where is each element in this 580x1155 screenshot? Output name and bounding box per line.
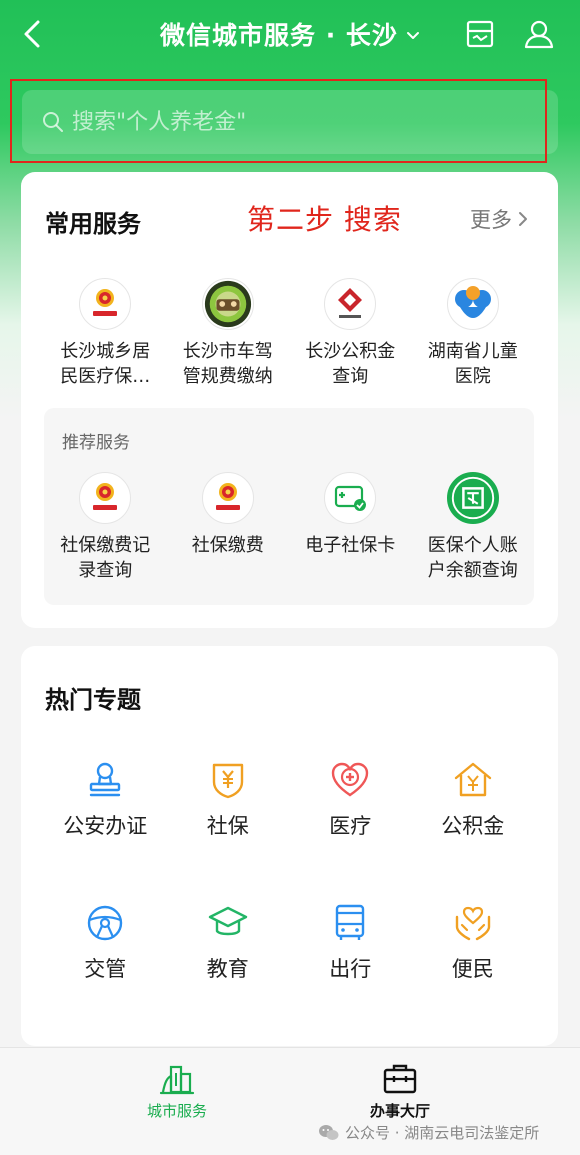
more-label: 更多 bbox=[470, 208, 512, 232]
recommended-title: 推荐服务 bbox=[62, 433, 130, 453]
briefcase-icon bbox=[383, 1064, 417, 1094]
common-services-row: 长沙城乡居民医疗保… 长沙市车驾管规费缴纳 长沙公积金查询 湖南省儿童医院 bbox=[44, 278, 534, 389]
step-annotation: 第二步 搜索 bbox=[247, 203, 402, 236]
chevron-left-icon bbox=[24, 20, 40, 48]
common-services-card: 常用服务 第二步 搜索 更多 长沙城乡居民医疗保… 长沙市车驾管规费缴纳 长沙公… bbox=[21, 172, 558, 628]
more-button[interactable]: 更多 bbox=[470, 204, 528, 234]
hot-topic-police[interactable]: 公安办证 bbox=[44, 760, 167, 840]
card-button[interactable] bbox=[460, 14, 500, 54]
hot-topic-medical[interactable]: 医疗 bbox=[289, 760, 412, 840]
service-label: 湖南省儿童医院 bbox=[427, 341, 518, 387]
chevron-down-icon bbox=[406, 32, 419, 39]
hot-topic-label: 出行 bbox=[329, 957, 372, 981]
social-insurance-shield-icon bbox=[208, 760, 248, 800]
graduation-cap-icon bbox=[208, 903, 248, 943]
hot-topics-row-1: 公安办证 社保 医疗 公积金 bbox=[44, 760, 534, 840]
medical-insurance-icon bbox=[446, 472, 499, 524]
childrens-hospital-logo-icon bbox=[446, 278, 499, 330]
service-label: 医保个人账户余额查询 bbox=[427, 535, 518, 581]
service-item-1[interactable]: 长沙城乡居民医疗保… bbox=[44, 278, 167, 389]
card-icon bbox=[466, 20, 494, 48]
wechat-icon bbox=[319, 1124, 339, 1140]
user-button[interactable] bbox=[519, 14, 559, 54]
user-icon bbox=[524, 20, 554, 49]
service-label: 长沙公积金查询 bbox=[305, 341, 396, 387]
page-title: 微信城市服务 · 长沙 bbox=[160, 21, 398, 50]
hot-topic-label: 医疗 bbox=[329, 814, 372, 838]
service-label: 长沙城乡居民医疗保… bbox=[60, 341, 151, 387]
chevron-right-icon bbox=[519, 212, 527, 226]
recommended-services-row: 社保缴费记录查询 社保缴费 电子社保卡 医保个人账户余额查询 bbox=[44, 472, 534, 583]
service-item-4[interactable]: 湖南省儿童医院 bbox=[412, 278, 535, 389]
hot-topic-label: 交管 bbox=[84, 957, 127, 981]
recommended-item-4[interactable]: 医保个人账户余额查询 bbox=[412, 472, 535, 583]
back-button[interactable] bbox=[14, 14, 50, 54]
social-security-emblem-icon bbox=[79, 278, 132, 330]
watermark: 公众号 · 湖南云电司法鉴定所 bbox=[318, 1122, 539, 1143]
watermark-text: 公众号 · 湖南云电司法鉴定所 bbox=[345, 1124, 540, 1142]
recommended-item-1[interactable]: 社保缴费记录查询 bbox=[44, 472, 167, 583]
service-item-2[interactable]: 长沙市车驾管规费缴纳 bbox=[167, 278, 290, 389]
hot-topic-label: 社保 bbox=[206, 814, 249, 838]
hot-topic-label: 公安办证 bbox=[63, 814, 148, 838]
hot-topic-label: 便民 bbox=[451, 957, 494, 981]
recommended-services-panel: 推荐服务 社保缴费记录查询 社保缴费 电子社保卡 医保个人账户余额查询 bbox=[44, 408, 534, 605]
nav-tab-service-hall[interactable]: 办事大厅 bbox=[330, 1062, 470, 1121]
steering-wheel-icon bbox=[85, 903, 125, 943]
hot-topics-card: 热门专题 公安办证 社保 医疗 公积金 交管 教育 出行 便民 bbox=[21, 646, 558, 1046]
medical-cross-icon bbox=[330, 760, 370, 800]
hot-topics-row-2: 交管 教育 出行 便民 bbox=[44, 903, 534, 983]
hot-topic-traffic[interactable]: 交管 bbox=[44, 903, 167, 983]
police-stamp-icon bbox=[85, 760, 125, 800]
housing-fund-logo-icon bbox=[324, 278, 377, 330]
service-label: 长沙市车驾管规费缴纳 bbox=[182, 341, 273, 387]
service-label: 社保缴费记录查询 bbox=[60, 535, 151, 581]
service-label: 社保缴费 bbox=[191, 535, 264, 556]
search-highlight-box bbox=[10, 79, 547, 163]
city-buildings-icon bbox=[159, 1065, 195, 1095]
common-services-title: 常用服务 bbox=[45, 210, 141, 238]
hot-topic-travel[interactable]: 出行 bbox=[289, 903, 412, 983]
nav-label: 城市服务 bbox=[146, 1102, 207, 1120]
nav-tab-city-services[interactable]: 城市服务 bbox=[107, 1062, 247, 1121]
hot-topic-label: 教育 bbox=[206, 957, 249, 981]
recommended-item-3[interactable]: 电子社保卡 bbox=[289, 472, 412, 583]
nav-label: 办事大厅 bbox=[369, 1102, 430, 1120]
social-security-emblem-icon bbox=[79, 472, 132, 524]
housing-fund-house-icon bbox=[453, 760, 493, 800]
social-security-emblem-icon bbox=[201, 472, 254, 524]
traffic-police-emblem-icon bbox=[201, 278, 254, 330]
hot-topic-housing-fund[interactable]: 公积金 bbox=[412, 760, 535, 840]
hot-topic-label: 公积金 bbox=[441, 814, 505, 838]
hot-topics-title: 热门专题 bbox=[45, 686, 141, 714]
hot-topic-social-insurance[interactable]: 社保 bbox=[167, 760, 290, 840]
city-selector[interactable]: 微信城市服务 · 长沙 bbox=[160, 14, 420, 54]
service-label: 电子社保卡 bbox=[305, 535, 396, 556]
service-item-3[interactable]: 长沙公积金查询 bbox=[289, 278, 412, 389]
hot-topic-education[interactable]: 教育 bbox=[167, 903, 290, 983]
top-bar: 微信城市服务 · 长沙 bbox=[0, 0, 580, 68]
heart-hands-icon bbox=[453, 903, 493, 943]
hot-topic-convenience[interactable]: 便民 bbox=[412, 903, 535, 983]
e-social-card-icon bbox=[324, 472, 377, 524]
recommended-item-2[interactable]: 社保缴费 bbox=[167, 472, 290, 583]
bus-icon bbox=[330, 903, 370, 943]
